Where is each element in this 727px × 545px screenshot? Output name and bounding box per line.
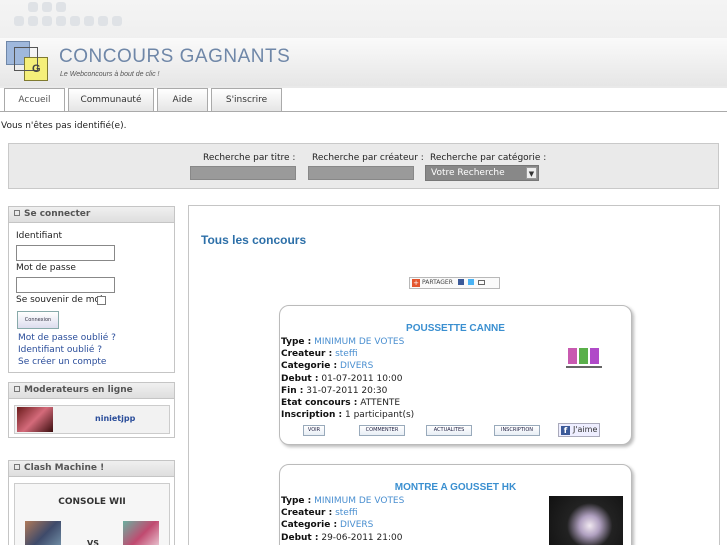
contest-category-label: Categorie : (281, 361, 338, 371)
forgot-username-link[interactable]: Identifiant oublié ? (18, 345, 102, 355)
moderator-name[interactable]: ninietjpp (95, 414, 135, 423)
search-title-label: Recherche par titre : (203, 153, 296, 163)
username-input[interactable] (16, 245, 115, 261)
search-category-value: Votre Recherche (431, 168, 505, 178)
clash-image-left[interactable] (25, 521, 61, 545)
contest-image[interactable] (549, 496, 623, 545)
remember-checkbox[interactable] (97, 296, 106, 305)
view-button[interactable]: VOIR (303, 425, 325, 436)
contest-category[interactable]: DIVERS (340, 520, 373, 530)
news-button[interactable]: ACTUALITES (426, 425, 472, 436)
contest-type[interactable]: MINIMUM DE VOTES (314, 337, 404, 347)
moderators-box: Moderateurs en ligne ninietjpp (8, 382, 175, 438)
login-heading-text: Se connecter (24, 209, 91, 219)
contest-card: POUSSETTE CANNE Type : MINIMUM DE VOTES … (279, 305, 632, 445)
like-label: J'aime (573, 425, 598, 434)
password-input[interactable] (16, 277, 115, 293)
contest-state: ATTENTE (360, 398, 401, 408)
forgot-password-link[interactable]: Mot de passe oublié ? (18, 333, 116, 343)
contest-category-label: Categorie : (281, 520, 338, 530)
contest-category[interactable]: DIVERS (340, 361, 373, 371)
contest-creator[interactable]: steffi (335, 508, 357, 518)
contest-state-label: Etat concours : (281, 398, 358, 408)
tab-accueil[interactable]: Accueil (4, 88, 65, 112)
page-title: Tous les concours (201, 233, 307, 247)
plus-icon: + (412, 279, 420, 287)
search-panel: Recherche par titre : Recherche par créa… (8, 143, 719, 189)
search-category-label: Recherche par catégorie : (430, 153, 547, 163)
password-label: Mot de passe (16, 263, 76, 273)
contest-start: 01-07-2011 10:00 (321, 374, 403, 384)
contest-end-label: Fin : (281, 386, 304, 396)
tab-sinscrire[interactable]: S'inscrire (211, 88, 282, 112)
login-heading: Se connecter (9, 207, 174, 223)
email-icon (477, 280, 485, 285)
contest-creator-label: Createur : (281, 508, 333, 518)
twitter-icon (467, 279, 474, 285)
contest-type[interactable]: MINIMUM DE VOTES (314, 496, 404, 506)
clash-heading-text: Clash Machine ! (24, 463, 105, 473)
contest-type-label: Type : (281, 496, 312, 506)
main-panel: Tous les concours + PARTAGER POUSSETTE C… (188, 205, 720, 545)
square-icon (14, 210, 20, 216)
register-button[interactable]: INSCRIPTION (494, 425, 540, 436)
contest-start-label: Debut : (281, 533, 319, 543)
site-subtitle: Le Webconcours à bout de clic ! (60, 71, 160, 78)
moderator-item[interactable]: ninietjpp (14, 405, 170, 434)
share-label: PARTAGER (422, 279, 453, 286)
contest-signup: 1 participant(s) (345, 410, 415, 420)
clash-heading: Clash Machine ! (9, 461, 174, 477)
contest-creator[interactable]: steffi (335, 349, 357, 359)
contest-image[interactable] (566, 346, 604, 376)
contest-start-label: Debut : (281, 374, 319, 384)
moderators-heading-text: Moderateurs en ligne (24, 385, 133, 395)
login-button[interactable]: Connexion (17, 311, 59, 329)
login-notice: Vous n'êtes pas identifié(e). (1, 121, 127, 131)
share-button[interactable]: + PARTAGER (409, 277, 500, 289)
moderator-avatar (17, 407, 53, 432)
contest-creator-label: Createur : (281, 349, 333, 359)
contest-card: MONTRE A GOUSSET HK Type : MINIMUM DE VO… (279, 464, 632, 545)
search-title-input[interactable] (190, 166, 296, 180)
tab-aide[interactable]: Aide (157, 88, 208, 112)
square-icon (14, 386, 20, 392)
tab-communaute[interactable]: Communauté (68, 88, 154, 112)
search-category-select[interactable]: Votre Recherche ▼ (425, 165, 539, 181)
moderators-heading: Moderateurs en ligne (9, 383, 174, 399)
clash-vs: VS (87, 539, 99, 545)
clash-image-right[interactable] (123, 521, 159, 545)
search-creator-label: Recherche par créateur : (312, 153, 424, 163)
comment-button[interactable]: COMMENTER (359, 425, 405, 436)
search-creator-input[interactable] (308, 166, 414, 180)
contest-type-label: Type : (281, 337, 312, 347)
clash-title: CONSOLE WII (58, 497, 126, 507)
contest-title[interactable]: MONTRE A GOUSSET HK (280, 482, 631, 493)
logo-letter: G (32, 63, 41, 75)
contest-title[interactable]: POUSSETTE CANNE (280, 323, 631, 334)
facebook-icon: f (561, 426, 570, 435)
square-icon (14, 464, 20, 470)
contest-signup-label: Inscription : (281, 410, 343, 420)
create-account-link[interactable]: Se créer un compte (18, 357, 106, 367)
contest-end: 31-07-2011 20:30 (306, 386, 388, 396)
facebook-icon (457, 279, 464, 285)
site-logo[interactable]: G (6, 41, 48, 81)
contest-start: 29-06-2011 21:00 (321, 533, 403, 543)
login-box: Se connecter Identifiant Mot de passe Se… (8, 206, 175, 373)
site-title[interactable]: CONCOURS GAGNANTS (59, 46, 290, 68)
clash-panel: CONSOLE WII VS (14, 483, 170, 545)
clash-box: Clash Machine ! CONSOLE WII VS (8, 460, 175, 545)
chevron-down-icon[interactable]: ▼ (526, 167, 537, 179)
site-header: G CONCOURS GAGNANTS Le Webconcours à bou… (0, 0, 727, 88)
like-button[interactable]: f J'aime (558, 423, 600, 437)
username-label: Identifiant (16, 231, 63, 241)
remember-label: Se souvenir de moi (16, 295, 103, 305)
